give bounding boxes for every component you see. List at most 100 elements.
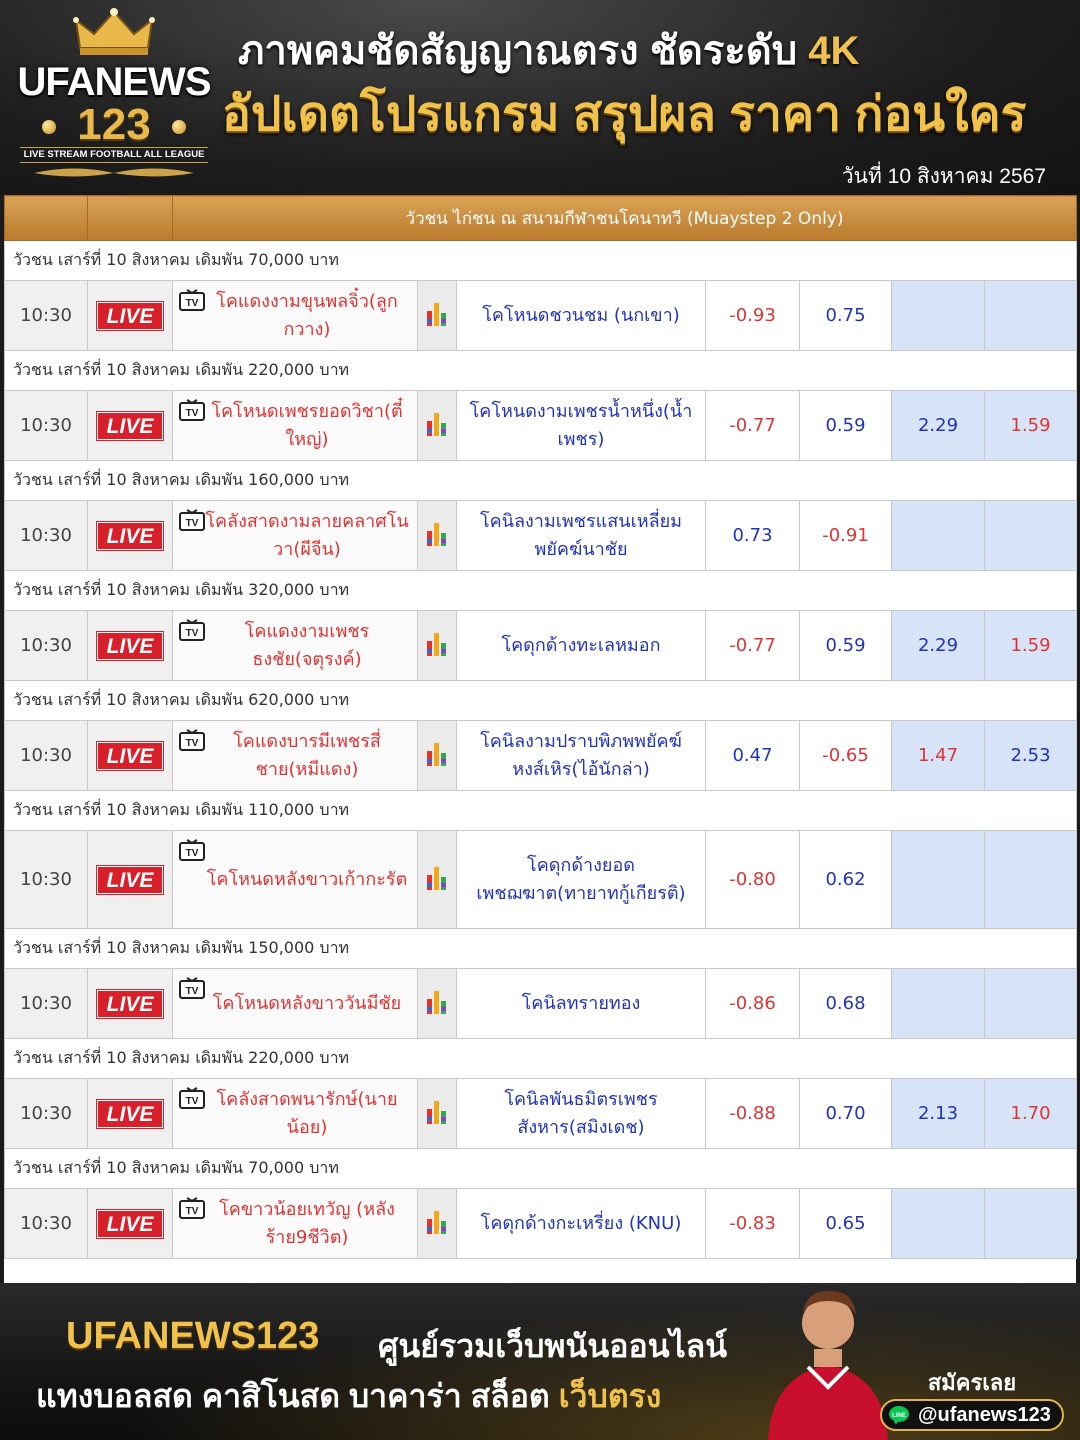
- odds-extra-2[interactable]: 2.53: [983, 720, 1078, 791]
- live-cell[interactable]: LIVE: [87, 830, 173, 929]
- stats-bars-icon[interactable]: [426, 1207, 448, 1235]
- match-row[interactable]: 10:30 LIVE TV โคโหนดหลังขาววันมีชัย โคนิลทรา…: [4, 968, 1078, 1039]
- stats-bars-icon[interactable]: [426, 519, 448, 547]
- odds-extra-1[interactable]: [891, 280, 985, 351]
- odds-extra-2[interactable]: [983, 280, 1078, 351]
- stats-bars-icon[interactable]: [426, 629, 448, 657]
- live-cell[interactable]: LIVE: [87, 280, 173, 351]
- odds-home[interactable]: -0.80: [705, 830, 800, 929]
- odds-extra-2[interactable]: [983, 500, 1078, 571]
- odds-extra-1[interactable]: [891, 1188, 985, 1259]
- stats-cell[interactable]: [417, 390, 457, 461]
- live-button[interactable]: LIVE: [97, 521, 163, 550]
- live-button[interactable]: LIVE: [97, 631, 163, 660]
- stats-cell[interactable]: [417, 610, 457, 681]
- odds-home[interactable]: -0.77: [705, 390, 800, 461]
- odds-away[interactable]: 0.75: [799, 280, 892, 351]
- site-logo[interactable]: UFANEWS 123 LIVE STREAM FOOTBALL ALL LEA…: [14, 8, 214, 183]
- svg-text:TV: TV: [186, 738, 199, 749]
- match-time: 10:30: [4, 500, 88, 571]
- tv-icon[interactable]: TV: [179, 977, 205, 999]
- live-cell[interactable]: LIVE: [87, 1188, 173, 1259]
- live-cell[interactable]: LIVE: [87, 390, 173, 461]
- match-row[interactable]: 10:30 LIVE TV โคขาวน้อยเทวัญ (หลังร้าย9ชีวิ…: [4, 1188, 1078, 1259]
- odds-away[interactable]: -0.65: [799, 720, 892, 791]
- odds-home[interactable]: -0.93: [705, 280, 800, 351]
- odds-away[interactable]: 0.65: [799, 1188, 892, 1259]
- tv-icon[interactable]: TV: [179, 619, 205, 641]
- odds-away[interactable]: 0.70: [799, 1078, 892, 1149]
- match-row[interactable]: 10:30 LIVE TV โคแดงงามเพชรธงชัย(จตุรงค์) โคด…: [4, 610, 1078, 681]
- round-header-row: วัวชน เสาร์ที่ 10 สิงหาคม เดิมพัน 70,000…: [3, 1148, 1078, 1189]
- odds-extra-1[interactable]: 1.47: [891, 720, 985, 791]
- live-button[interactable]: LIVE: [97, 1209, 163, 1238]
- match-row[interactable]: 10:30 LIVE TV โคแดงงามขุนพลจิ๋ว(ลูกกวาง) โคโ…: [4, 280, 1078, 351]
- stats-bars-icon[interactable]: [426, 1097, 448, 1125]
- live-button[interactable]: LIVE: [97, 301, 163, 330]
- live-button[interactable]: LIVE: [97, 411, 163, 440]
- odds-home[interactable]: -0.77: [705, 610, 800, 681]
- match-row[interactable]: 10:30 LIVE TV โคแดงบารมีเพชรสี่ชาย(หมีแดง) โ…: [4, 720, 1078, 791]
- odds-away[interactable]: 0.62: [799, 830, 892, 929]
- live-cell[interactable]: LIVE: [87, 968, 173, 1039]
- stats-cell[interactable]: [417, 500, 457, 571]
- odds-extra-1[interactable]: 2.29: [891, 390, 985, 461]
- tv-icon[interactable]: TV: [179, 1197, 205, 1219]
- stats-bars-icon[interactable]: [426, 739, 448, 767]
- live-cell[interactable]: LIVE: [87, 720, 173, 791]
- odds-extra-1[interactable]: 2.13: [891, 1078, 985, 1149]
- signup-button[interactable]: สมัครเลย: [922, 1365, 1022, 1400]
- live-cell[interactable]: LIVE: [87, 610, 173, 681]
- stats-cell[interactable]: [417, 968, 457, 1039]
- stats-cell[interactable]: [417, 280, 457, 351]
- away-team: โคโหนดชวนชม (นกเขา): [456, 280, 706, 351]
- odds-extra-2[interactable]: [983, 968, 1078, 1039]
- tv-icon[interactable]: TV: [179, 1087, 205, 1109]
- stats-bars-icon[interactable]: [426, 299, 448, 327]
- svg-text:TV: TV: [186, 848, 199, 859]
- odds-extra-2[interactable]: [983, 830, 1078, 929]
- line-contact-button[interactable]: LINE @ufanews123: [880, 1399, 1064, 1431]
- stats-cell[interactable]: [417, 720, 457, 791]
- odds-extra-2[interactable]: 1.70: [983, 1078, 1078, 1149]
- stats-cell[interactable]: [417, 830, 457, 929]
- match-row[interactable]: 10:30 LIVE TV โคโหนดเพชรยอดวิชา(ตี๋ใหญ่) โคโ…: [4, 390, 1078, 461]
- odds-away[interactable]: 0.59: [799, 610, 892, 681]
- odds-away[interactable]: 0.59: [799, 390, 892, 461]
- match-row[interactable]: 10:30 LIVE TV โคลังสาดงามลายคลาศโนวา(ผีจีน)…: [4, 500, 1078, 571]
- live-cell[interactable]: LIVE: [87, 1078, 173, 1149]
- odds-home[interactable]: 0.47: [705, 720, 800, 791]
- odds-extra-1[interactable]: [891, 500, 985, 571]
- odds-home[interactable]: 0.73: [705, 500, 800, 571]
- live-button[interactable]: LIVE: [97, 989, 163, 1018]
- odds-away[interactable]: 0.68: [799, 968, 892, 1039]
- tv-icon[interactable]: TV: [179, 399, 205, 421]
- stats-bars-icon[interactable]: [426, 863, 448, 891]
- odds-away[interactable]: -0.91: [799, 500, 892, 571]
- stats-bars-icon[interactable]: [426, 409, 448, 437]
- odds-extra-2[interactable]: 1.59: [983, 610, 1078, 681]
- tv-icon[interactable]: TV: [179, 509, 205, 531]
- odds-extra-1[interactable]: [891, 830, 985, 929]
- odds-extra-2[interactable]: 1.59: [983, 390, 1078, 461]
- match-row[interactable]: 10:30 LIVE TV โคลังสาดพนารักษ์(นายน้อย) โคนิ…: [4, 1078, 1078, 1149]
- footer-brand[interactable]: UFANEWS123: [66, 1315, 319, 1358]
- live-button[interactable]: LIVE: [97, 1099, 163, 1128]
- round-header-row: วัวชน เสาร์ที่ 10 สิงหาคม เดิมพัน 220,00…: [3, 350, 1078, 391]
- tv-icon[interactable]: TV: [179, 839, 205, 861]
- match-row[interactable]: 10:30 LIVE TV โคโหนดหลังขาวเก้ากะรัต โคดุกด้…: [4, 830, 1078, 929]
- odds-extra-2[interactable]: [983, 1188, 1078, 1259]
- live-button[interactable]: LIVE: [97, 741, 163, 770]
- odds-home[interactable]: -0.88: [705, 1078, 800, 1149]
- tv-icon[interactable]: TV: [179, 729, 205, 751]
- live-cell[interactable]: LIVE: [87, 500, 173, 571]
- live-button[interactable]: LIVE: [97, 865, 163, 894]
- stats-bars-icon[interactable]: [426, 987, 448, 1015]
- odds-extra-1[interactable]: [891, 968, 985, 1039]
- odds-home[interactable]: -0.83: [705, 1188, 800, 1259]
- stats-cell[interactable]: [417, 1188, 457, 1259]
- stats-cell[interactable]: [417, 1078, 457, 1149]
- odds-home[interactable]: -0.86: [705, 968, 800, 1039]
- tv-icon[interactable]: TV: [179, 289, 205, 311]
- odds-extra-1[interactable]: 2.29: [891, 610, 985, 681]
